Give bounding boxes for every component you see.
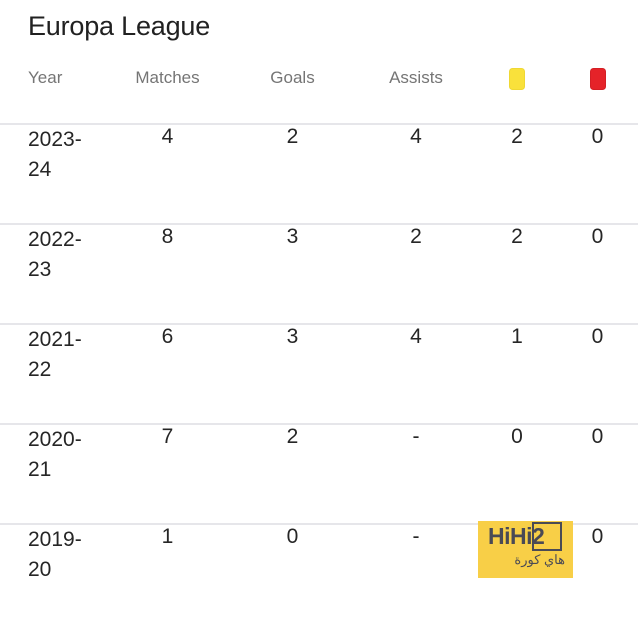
watermark-sub-text: هاي كورة	[514, 552, 565, 567]
site-watermark: HiHi2 هاي كورة	[478, 521, 573, 578]
cell-year: 2023-24	[0, 123, 105, 224]
table-header: Year Matches Goals Assists	[0, 68, 638, 124]
table-row: 2023-24 4 2 4 2 0	[0, 123, 638, 224]
cell-yellow-cards: 2	[477, 123, 557, 224]
red-card-icon	[590, 68, 605, 89]
cell-yellow-cards: 2	[477, 223, 557, 324]
table-header-row: Year Matches Goals Assists	[0, 68, 638, 124]
column-header-matches: Matches	[135, 68, 200, 87]
column-header-yellow-cards	[477, 68, 557, 124]
cell-goals: 2	[230, 123, 355, 224]
cell-assists: -	[355, 423, 477, 524]
cell-red-cards: 0	[557, 323, 638, 424]
cell-matches: 6	[105, 323, 230, 424]
cell-goals: 2	[230, 423, 355, 524]
cell-year: 2019-20	[0, 523, 105, 624]
stats-page: Europa League Year Matches Goals Assists	[0, 0, 638, 640]
cell-matches: 8	[105, 223, 230, 324]
cell-red-cards: 0	[557, 423, 638, 524]
cell-year: 2020-21	[0, 423, 105, 524]
page-title: Europa League	[28, 11, 211, 41]
yellow-card-icon	[510, 68, 524, 89]
cell-yellow-cards: 0	[477, 423, 557, 524]
cell-assists: -	[355, 523, 477, 624]
cell-matches: 4	[105, 123, 230, 224]
cell-yellow-cards: 1	[477, 323, 557, 424]
cell-goals: 3	[230, 323, 355, 424]
column-header-goals: Goals	[270, 68, 315, 87]
table-row: 2021-22 6 3 4 1 0	[0, 323, 638, 424]
cell-red-cards: 0	[557, 123, 638, 224]
cell-assists: 4	[355, 123, 477, 224]
watermark-box-outline	[532, 522, 562, 551]
cell-assists: 2	[355, 223, 477, 324]
column-header-assists: Assists	[389, 68, 443, 87]
cell-matches: 7	[105, 423, 230, 524]
column-header-year: Year	[28, 68, 63, 87]
cell-year: 2022-23	[0, 223, 105, 324]
cell-goals: 3	[230, 223, 355, 324]
cell-assists: 4	[355, 323, 477, 424]
table-row: 2022-23 8 3 2 2 0	[0, 223, 638, 324]
cell-matches: 1	[105, 523, 230, 624]
cell-red-cards: 0	[557, 223, 638, 324]
cell-year: 2021-22	[0, 323, 105, 424]
cell-goals: 0	[230, 523, 355, 624]
table-row: 2020-21 7 2 - 0 0	[0, 423, 638, 524]
column-header-red-cards	[557, 68, 638, 124]
